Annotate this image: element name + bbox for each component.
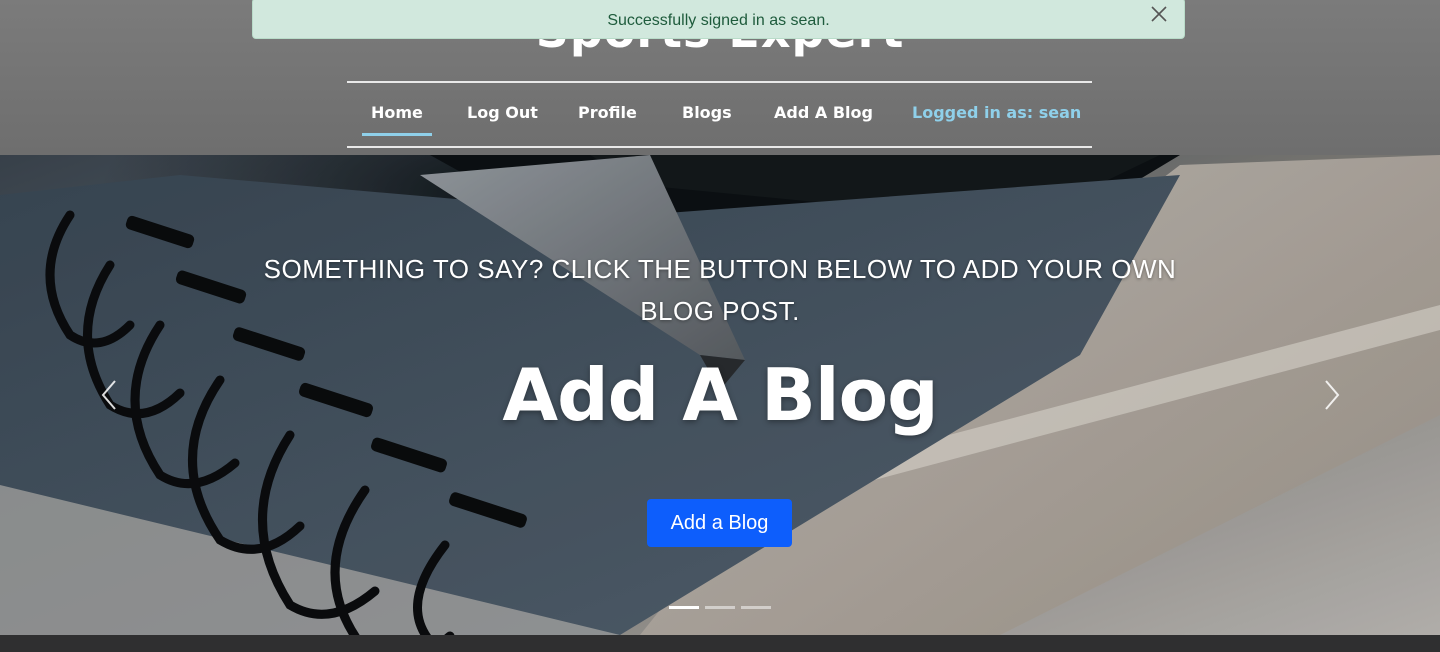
- carousel-indicator-1[interactable]: [669, 606, 699, 609]
- main-nav: Home Log Out Profile Blogs Add A Blog Lo…: [347, 81, 1092, 148]
- chevron-right-icon[interactable]: [1316, 377, 1346, 413]
- nav-item-blogs[interactable]: Blogs: [682, 103, 732, 122]
- footer-band: [0, 635, 1440, 652]
- carousel-indicator-2[interactable]: [705, 606, 735, 609]
- success-alert: Successfully signed in as sean.: [252, 0, 1185, 39]
- chevron-left-icon[interactable]: [95, 377, 125, 413]
- add-blog-button[interactable]: Add a Blog: [647, 499, 792, 547]
- logged-in-status: Logged in as: sean: [912, 103, 1082, 122]
- alert-message: Successfully signed in as sean.: [607, 12, 830, 29]
- close-icon[interactable]: [1148, 3, 1170, 25]
- hero-title: Add A Blog: [502, 353, 938, 437]
- carousel-indicator-3[interactable]: [741, 606, 771, 609]
- hero-carousel: SOMETHING TO SAY? CLICK THE BUTTON BELOW…: [0, 155, 1440, 635]
- hero-caption: SOMETHING TO SAY? CLICK THE BUTTON BELOW…: [263, 254, 1177, 326]
- nav-item-profile[interactable]: Profile: [578, 103, 637, 122]
- nav-item-home[interactable]: Home: [362, 103, 432, 136]
- nav-item-add-a-blog[interactable]: Add A Blog: [774, 103, 873, 122]
- nav-item-log-out[interactable]: Log Out: [467, 103, 538, 122]
